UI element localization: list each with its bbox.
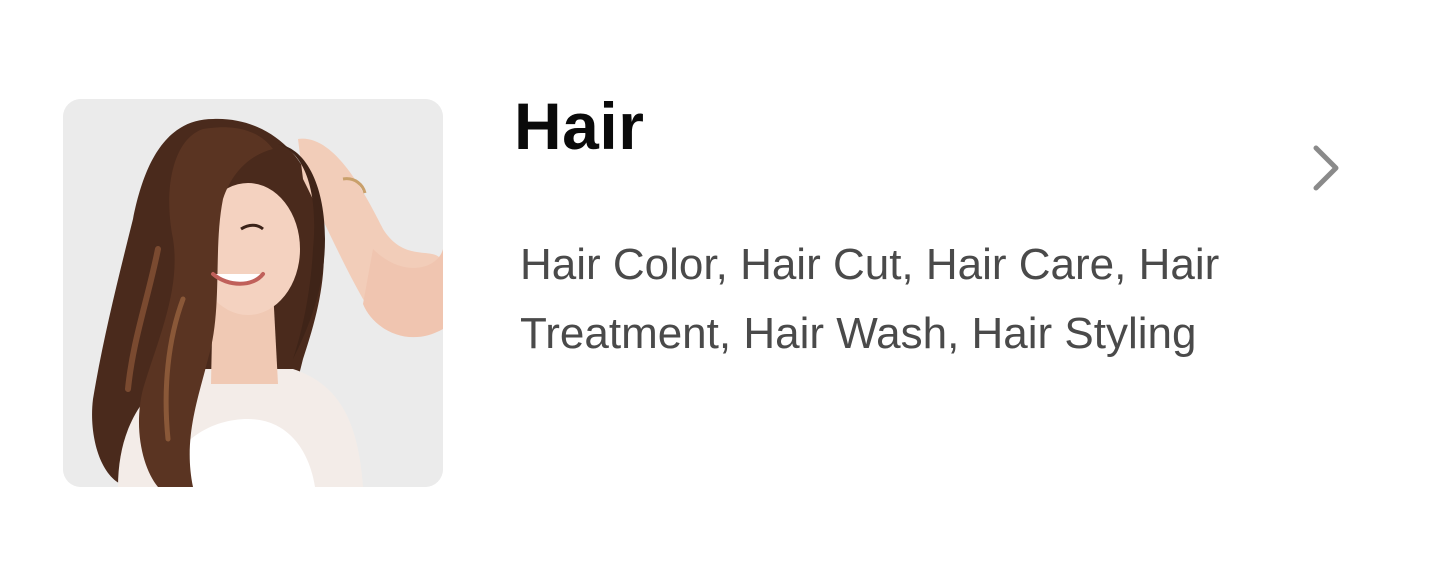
category-title: Hair	[514, 89, 645, 163]
category-image	[63, 99, 443, 487]
category-services: Hair Color, Hair Cut, Hair Care, Hair Tr…	[520, 240, 1220, 358]
chevron-right-icon[interactable]	[1304, 142, 1348, 194]
hair-category-card[interactable]: Hair Hair Color, Hair Cut, Hair Care, Ha…	[0, 0, 1440, 577]
